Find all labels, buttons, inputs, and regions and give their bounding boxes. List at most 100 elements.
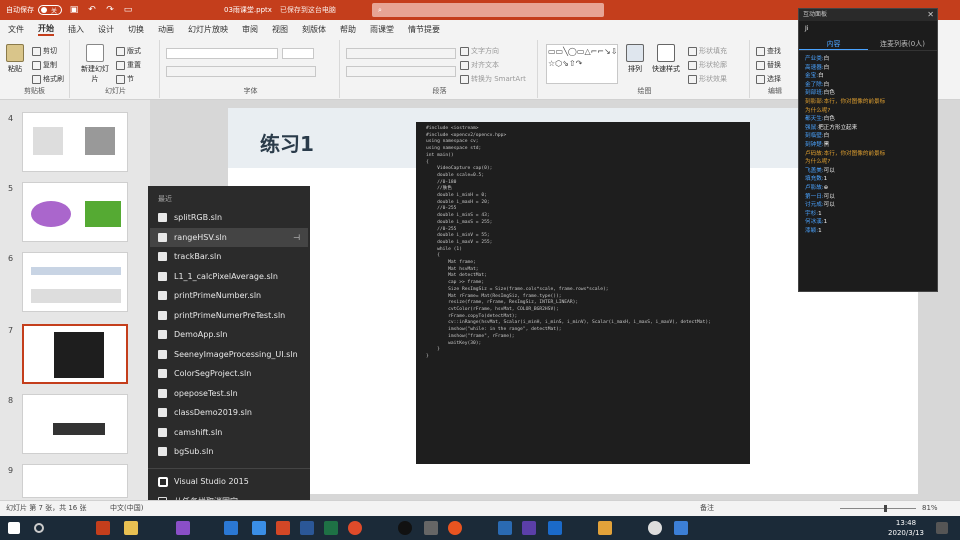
qq-icon[interactable]	[398, 521, 412, 535]
recent-solution-item[interactable]: L1_1_calcPixelAverage.sln	[150, 267, 308, 286]
find-button[interactable]: 查找	[756, 46, 781, 56]
autosave-toggle[interactable]: 关	[38, 5, 62, 15]
browser-icon[interactable]	[348, 521, 362, 535]
shape-fill-button[interactable]: 形状填充	[688, 46, 727, 56]
language-indicator[interactable]: 中文(中国)	[110, 501, 143, 516]
excel-icon[interactable]	[324, 521, 338, 535]
chat-message: 金宝:白	[799, 72, 937, 81]
slide-thumbnail[interactable]	[22, 252, 128, 312]
section-button[interactable]: 节	[116, 74, 134, 84]
powerpoint-icon[interactable]	[96, 521, 110, 535]
app-icon[interactable]	[548, 521, 562, 535]
tab-view[interactable]: 视图	[272, 24, 288, 35]
powerpoint-window-icon[interactable]	[276, 521, 290, 535]
slide-thumbnail[interactable]	[22, 182, 128, 242]
redo-icon[interactable]: ↷	[104, 4, 116, 16]
new-slide-button[interactable]: 新建幻灯片	[78, 44, 112, 84]
app-icon[interactable]	[498, 521, 512, 535]
recent-solution-item[interactable]: printPrimeNumerPreTest.sln	[150, 306, 308, 325]
zoom-level[interactable]: 81%	[922, 501, 938, 516]
app-icon[interactable]	[424, 521, 438, 535]
slide-title[interactable]: 练习1	[260, 128, 314, 157]
layout-button[interactable]: 版式	[116, 46, 141, 56]
code-screenshot[interactable]: #include <iostream> #include <opencv2/ope…	[416, 122, 750, 464]
tab-home[interactable]: 开始	[38, 23, 54, 36]
pin-icon[interactable]: ⊣	[293, 228, 300, 247]
search-icon[interactable]	[34, 523, 44, 533]
tab-review[interactable]: 审阅	[242, 24, 258, 35]
tab-format[interactable]: 刻版体	[302, 24, 326, 35]
slide-thumbnail[interactable]	[22, 394, 128, 454]
format-painter-button[interactable]: 格式刷	[32, 74, 64, 84]
save-icon[interactable]: ▣	[68, 4, 80, 16]
recent-solution-item[interactable]: opeposeTest.sln	[150, 384, 308, 403]
cut-button[interactable]: 剪切	[32, 46, 57, 56]
text-direction-button[interactable]: 文字方向	[460, 46, 499, 56]
tab-transitions[interactable]: 切换	[128, 24, 144, 35]
replace-button[interactable]: 替换	[756, 60, 781, 70]
zoom-slider[interactable]	[840, 505, 916, 512]
file-explorer-icon[interactable]	[124, 521, 138, 535]
slideshow-icon[interactable]: ▭	[122, 4, 134, 16]
recent-solution-item[interactable]: camshift.sln	[150, 423, 308, 442]
recent-solution-item[interactable]: rangeHSV.sln ⊣	[150, 227, 308, 247]
font-family-select[interactable]	[166, 48, 278, 59]
slide-thumbnail[interactable]	[22, 464, 128, 498]
tab-help[interactable]: 帮助	[340, 24, 356, 35]
tab-animations[interactable]: 动画	[158, 24, 174, 35]
recent-solution-item[interactable]: printPrimeNumber.sln	[150, 286, 308, 305]
font-size-select[interactable]	[282, 48, 314, 59]
recent-solution-item[interactable]: DemoApp.sln	[150, 325, 308, 344]
recent-solution-item[interactable]: SeeneyImageProcessing_UI.sln	[150, 345, 308, 364]
close-icon[interactable]: ✕	[927, 9, 934, 21]
recent-solution-item[interactable]: trackBar.sln	[150, 247, 308, 266]
tab-rain-classroom[interactable]: 雨课堂	[370, 24, 394, 35]
app-icon[interactable]	[522, 521, 536, 535]
open-visual-studio-item[interactable]: Visual Studio 2015	[150, 472, 308, 491]
shape-effects-button[interactable]: 形状效果	[688, 74, 727, 84]
tab-storyboard[interactable]: 情节提要	[408, 24, 440, 35]
slide-thumbnail-panel[interactable]: 4 5 6 7 8 9	[0, 100, 148, 500]
reset-button[interactable]: 重置	[116, 60, 141, 70]
tab-slideshow[interactable]: 幻灯片放映	[188, 24, 228, 35]
taskbar-clock[interactable]: 13:48 2020/3/13	[886, 518, 926, 538]
copy-button[interactable]: 复制	[32, 60, 57, 70]
list-toolbar[interactable]	[346, 48, 456, 59]
notification-icon[interactable]	[936, 522, 948, 534]
word-icon[interactable]	[300, 521, 314, 535]
app-icon[interactable]	[598, 521, 612, 535]
ubuntu-icon[interactable]	[448, 521, 462, 535]
app-icon[interactable]	[674, 521, 688, 535]
search-input[interactable]: ⌕	[372, 3, 604, 17]
paste-button[interactable]: 粘贴	[6, 44, 24, 74]
undo-icon[interactable]: ↶	[86, 4, 98, 16]
shapes-gallery[interactable]: ▭▭╲◯▭△⌐⌐↘⇩⇨↻↺{}☆⬡⇘⇧↷	[546, 44, 618, 84]
tab-mic-list[interactable]: 连麦列表(0人)	[868, 37, 937, 50]
tab-insert[interactable]: 插入	[68, 24, 84, 35]
recent-solution-item[interactable]: bgSub.sln	[150, 442, 308, 461]
tab-design[interactable]: 设计	[98, 24, 114, 35]
select-button[interactable]: 选择	[756, 74, 781, 84]
smartart-button[interactable]: 转换为 SmartArt	[460, 74, 526, 84]
slide-thumbnail[interactable]	[22, 112, 128, 172]
recent-solution-item[interactable]: splitRGB.sln	[150, 208, 308, 227]
chat-message: 产业类:白	[799, 55, 937, 64]
quick-styles-button[interactable]: 快速样式	[652, 44, 680, 74]
arrange-button[interactable]: 排列	[626, 44, 644, 74]
recent-solution-item[interactable]: classDemo2019.sln	[150, 403, 308, 422]
visual-studio-2017-icon[interactable]	[176, 521, 190, 535]
chrome-icon[interactable]	[648, 521, 662, 535]
align-toolbar[interactable]	[346, 66, 456, 77]
message-list[interactable]: 产业类:白 高速器:白 金宝:白 金了除:白 刻部班:白色 刻影部:本行，你对图像的前景标…	[799, 51, 937, 235]
app-icon[interactable]	[252, 521, 266, 535]
notes-button[interactable]: 备注	[700, 501, 714, 516]
recent-solution-item[interactable]: ColorSegProject.sln	[150, 364, 308, 383]
slide-thumbnail-selected[interactable]	[22, 324, 128, 384]
font-format-toolbar[interactable]	[166, 66, 316, 77]
windows-start-icon[interactable]	[8, 522, 20, 534]
tab-content[interactable]: 内容	[799, 37, 868, 50]
align-text-button[interactable]: 对齐文本	[460, 60, 499, 70]
shape-outline-button[interactable]: 形状轮廓	[688, 60, 727, 70]
visual-studio-2015-icon[interactable]	[224, 521, 238, 535]
tab-file[interactable]: 文件	[8, 24, 24, 35]
